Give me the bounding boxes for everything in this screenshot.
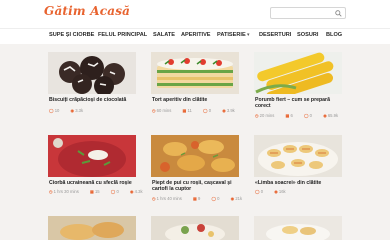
recipe-meta: ◷1 hrs 30 mins ▦15 ◯0 ◉4.3k <box>49 189 153 194</box>
recipe-title[interactable]: «Limba soacrei» din clătite <box>255 180 343 186</box>
recipe-image[interactable] <box>254 52 342 94</box>
recipe-title[interactable]: Piept de pui cu roșii, cașcaval și carto… <box>152 180 240 192</box>
recipe-card[interactable]: Piept de pui cu roșii, cașcaval și carto… <box>151 135 242 203</box>
recipe-title[interactable]: Ciorbă ucraineană cu sfeclă roșie <box>49 180 137 186</box>
recipe-image[interactable] <box>254 216 342 240</box>
ingredients-count: 9 <box>197 196 201 201</box>
views-count: 3.3k <box>75 108 84 113</box>
nav-item-felul-principal[interactable]: FELUL PRINCIPAL <box>98 32 147 38</box>
eye-icon: ◉ <box>222 108 226 113</box>
eye-icon: ◉ <box>70 108 75 113</box>
ingredients-icon: ▦ <box>182 108 187 113</box>
nav-item-deserturi[interactable]: DESERTURI <box>259 32 291 38</box>
recipe-meta: ◷1 hrs 40 mins ▦9 ◯0 ◉21k <box>152 196 252 201</box>
main-nav: SUPE ȘI CIORBE FELUL PRINCIPAL SALATE AP… <box>0 28 390 44</box>
cook-time: 20 mins <box>259 113 275 118</box>
clock-icon: ◷ <box>255 113 259 118</box>
clock-icon: ◷ <box>152 108 156 113</box>
views-count: 65.9k <box>327 113 339 118</box>
cook-time: 60 mins <box>156 108 172 113</box>
cook-time: 1 hrs 40 mins <box>156 196 182 201</box>
ingredients-icon: ▦ <box>89 189 94 194</box>
eye-icon: ◉ <box>230 196 235 201</box>
recipe-title[interactable]: Biscuiți crăpăcioși de ciocolată <box>49 97 137 103</box>
comment-icon: ◯ <box>211 196 217 201</box>
eye-icon: ◉ <box>323 113 327 118</box>
nav-item-aperitive[interactable]: APERITIVE <box>181 32 211 38</box>
views-count: 21k <box>235 196 243 201</box>
nav-item-blog[interactable]: BLOG <box>326 32 342 38</box>
ingredients-count: 6 <box>290 113 293 118</box>
recipe-meta: ◷60 mins ▦11 ◯0 ◉3.9k <box>152 108 245 113</box>
comments-count: 0 <box>217 196 220 201</box>
ingredients-icon: ▦ <box>192 196 197 201</box>
cook-time: 1 hrs 30 mins <box>53 189 79 194</box>
views-count: 4.3k <box>134 189 143 194</box>
views-count: 3.9k <box>226 108 235 113</box>
recipe-title[interactable]: Porumb fiert – cum se prepară corect <box>255 97 343 109</box>
ingredients-count: 11 <box>187 108 192 113</box>
recipe-card[interactable]: Porumb fiert – cum se prepară corect ◷20… <box>254 52 342 120</box>
recipe-card[interactable] <box>254 216 342 240</box>
recipe-meta: ◯10 ◉3.3k <box>49 108 93 113</box>
comment-icon: ◯ <box>255 189 260 194</box>
nav-item-patiserie[interactable]: PATISERIE <box>217 32 246 38</box>
recipe-card[interactable]: Ciorbă ucraineană cu sfeclă roșie ◷1 hrs… <box>48 135 143 203</box>
recipe-image[interactable] <box>151 135 239 177</box>
recipe-card[interactable]: Biscuiți crăpăcioși de ciocolată ◯10 ◉3.… <box>48 52 136 120</box>
nav-item-supe[interactable]: SUPE ȘI CIORBE <box>49 32 94 38</box>
comments-count: 0 <box>260 189 264 194</box>
comments-count: 0 <box>208 108 212 113</box>
eye-icon: ◉ <box>129 189 134 194</box>
views-count: 16k <box>278 189 286 194</box>
ingredients-icon: ▦ <box>285 113 290 118</box>
site-logo[interactable]: Gătim Acasă <box>44 4 130 18</box>
chevron-down-icon[interactable]: ▾ <box>247 32 250 38</box>
comment-icon: ◯ <box>110 189 116 194</box>
comment-icon: ◯ <box>303 113 309 118</box>
search-icon[interactable] <box>335 10 342 17</box>
nav-item-sosuri[interactable]: SOSURI <box>297 32 318 38</box>
recipe-card[interactable]: «Limba soacrei» din clătite ◯0 ◉16k <box>254 135 342 203</box>
recipe-image[interactable] <box>254 135 342 177</box>
comments-count: 10 <box>54 108 60 113</box>
comment-icon: ◯ <box>49 108 54 113</box>
recipe-card[interactable] <box>151 216 239 240</box>
nav-item-salate[interactable]: SALATE <box>153 32 175 38</box>
recipe-card[interactable]: Tort aperitiv din clătite ◷60 mins ▦11 ◯… <box>151 52 239 120</box>
recipe-image[interactable] <box>48 216 136 240</box>
recipe-meta: ◷20 mins ▦6 ◯0 ◉65.9k <box>255 113 348 118</box>
search-input[interactable] <box>270 7 346 19</box>
recipe-image[interactable] <box>151 216 239 240</box>
recipe-card[interactable] <box>48 216 136 240</box>
recipe-image[interactable] <box>48 52 136 94</box>
comments-count: 0 <box>309 113 313 118</box>
clock-icon: ◷ <box>49 189 53 194</box>
clock-icon: ◷ <box>152 196 156 201</box>
comments-count: 0 <box>116 189 119 194</box>
recipe-meta: ◯0 ◉16k <box>255 189 296 194</box>
recipe-image[interactable] <box>48 135 136 177</box>
recipe-image[interactable] <box>151 52 239 94</box>
recipe-title[interactable]: Tort aperitiv din clătite <box>152 97 240 103</box>
site-header: Gătim Acasă SUPE ȘI CIORBE FELUL PRINCIP… <box>0 0 390 44</box>
eye-icon: ◉ <box>274 189 278 194</box>
ingredients-count: 15 <box>94 189 100 194</box>
comment-icon: ◯ <box>203 108 208 113</box>
